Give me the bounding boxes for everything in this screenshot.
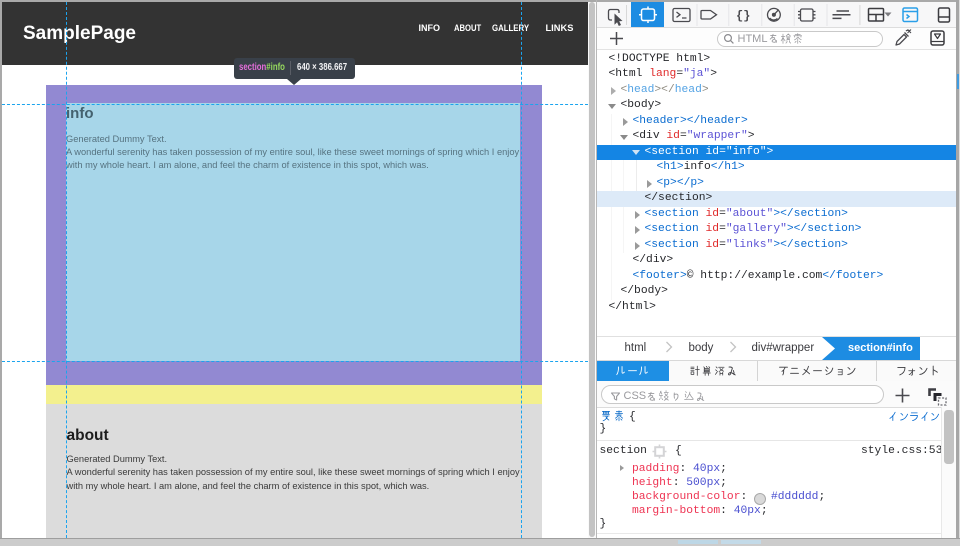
svg-text:{}: {} xyxy=(736,9,750,23)
